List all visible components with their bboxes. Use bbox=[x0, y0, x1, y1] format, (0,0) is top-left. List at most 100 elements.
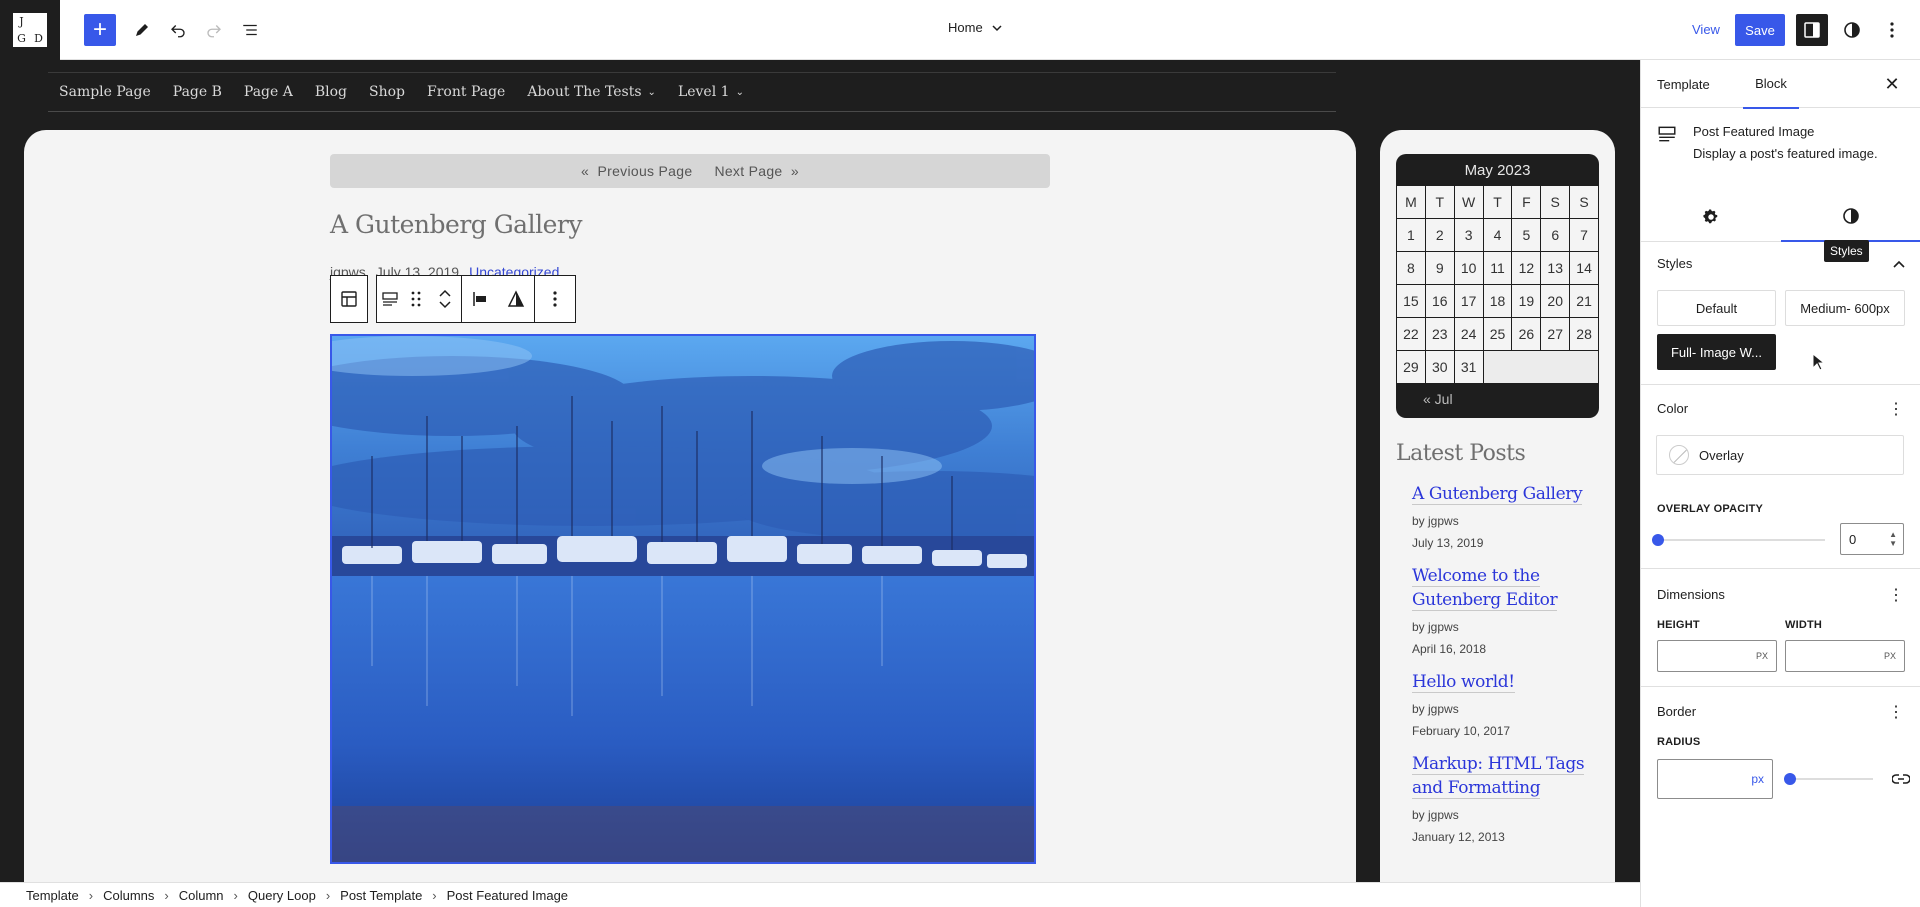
list-view-button[interactable] bbox=[234, 14, 266, 46]
radius-input[interactable]: px bbox=[1657, 759, 1773, 799]
chevron-down-icon[interactable]: ⌄ bbox=[736, 87, 744, 98]
breadcrumb-item[interactable]: Query Loop bbox=[248, 888, 316, 903]
calendar-day: 30 bbox=[1425, 351, 1454, 383]
duotone-icon bbox=[507, 290, 525, 307]
undo-button[interactable] bbox=[162, 14, 194, 46]
nav-item[interactable]: Sample Page bbox=[59, 84, 151, 100]
width-input[interactable]: PX bbox=[1785, 640, 1905, 672]
height-unit[interactable]: PX bbox=[1756, 651, 1768, 661]
calendar-day: 2 bbox=[1425, 219, 1454, 251]
nav-item[interactable]: Shop bbox=[369, 84, 405, 100]
previous-page-label: Previous Page bbox=[597, 163, 693, 179]
document-title: Home bbox=[948, 20, 983, 35]
calendar-day: 9 bbox=[1425, 252, 1454, 284]
post-link[interactable]: Hello world! bbox=[1412, 672, 1515, 693]
post-link[interactable]: Markup: HTML Tags and Formatting bbox=[1412, 754, 1585, 799]
logo-letter: D bbox=[34, 32, 43, 45]
overlay-color-button[interactable]: Overlay bbox=[1656, 435, 1904, 475]
tools-pencil-button[interactable] bbox=[126, 14, 158, 46]
previous-page-link[interactable]: « Previous Page bbox=[581, 163, 692, 179]
tab-block[interactable]: Block bbox=[1743, 60, 1799, 109]
move-buttons[interactable] bbox=[429, 276, 461, 322]
radius-slider-thumb[interactable] bbox=[1784, 773, 1796, 785]
opacity-input[interactable]: 0 ▲ ▼ bbox=[1840, 523, 1904, 555]
site-icon-button[interactable]: J G D bbox=[0, 0, 60, 60]
style-option-full[interactable]: Full- Image W... bbox=[1657, 334, 1776, 370]
post-title[interactable]: A Gutenberg Gallery bbox=[330, 210, 582, 239]
radius-slider-track[interactable] bbox=[1789, 778, 1873, 780]
post-link[interactable]: A Gutenberg Gallery bbox=[1412, 484, 1583, 505]
height-input[interactable]: PX bbox=[1657, 640, 1777, 672]
document-title-button[interactable]: Home bbox=[948, 20, 1003, 35]
drag-handle[interactable] bbox=[403, 276, 429, 322]
editor-canvas: Sample Page Page B Page A Blog Shop Fron… bbox=[0, 60, 1640, 882]
radius-unit[interactable]: px bbox=[1751, 772, 1764, 786]
styles-button[interactable] bbox=[1836, 14, 1868, 46]
view-link[interactable]: View bbox=[1692, 22, 1720, 37]
settings-sidebar-toggle[interactable] bbox=[1796, 14, 1828, 46]
post-featured-image[interactable] bbox=[330, 334, 1036, 864]
chevron-up-icon[interactable] bbox=[1893, 260, 1905, 268]
block-options-button[interactable] bbox=[535, 276, 575, 322]
calendar-day: 4 bbox=[1483, 219, 1512, 251]
width-unit[interactable]: PX bbox=[1884, 651, 1896, 661]
spinner-icon[interactable]: ▲ ▼ bbox=[1889, 530, 1897, 548]
block-toolbar bbox=[330, 275, 576, 323]
breadcrumb-item[interactable]: Post Template bbox=[340, 888, 422, 903]
radius-label: RADIUS bbox=[1657, 736, 1701, 748]
calendar-prev-link[interactable]: « Jul bbox=[1396, 383, 1599, 414]
nav-item[interactable]: Level 1 bbox=[678, 84, 730, 100]
block-type-button[interactable] bbox=[377, 276, 403, 322]
nav-item[interactable]: Page B bbox=[173, 84, 222, 100]
navigation-block[interactable]: Sample Page Page B Page A Blog Shop Fron… bbox=[48, 72, 1336, 112]
nav-item[interactable]: Page A bbox=[244, 84, 293, 100]
chevron-up-icon[interactable] bbox=[439, 289, 451, 297]
chevron-right-icon: › bbox=[325, 887, 331, 903]
opacity-slider-thumb[interactable] bbox=[1652, 534, 1664, 546]
nav-item[interactable]: Front Page bbox=[427, 84, 505, 100]
color-options-icon[interactable]: ⋮ bbox=[1888, 399, 1904, 419]
select-parent-button[interactable] bbox=[331, 276, 367, 322]
tab-template[interactable]: Template bbox=[1657, 60, 1710, 108]
style-option-medium[interactable]: Medium- 600px bbox=[1785, 290, 1905, 326]
list-item: A Gutenberg Gallery by jgpws July 13, 20… bbox=[1412, 482, 1592, 550]
style-option-default[interactable]: Default bbox=[1657, 290, 1776, 326]
link-icon[interactable] bbox=[1892, 773, 1910, 785]
overlay-label: Overlay bbox=[1699, 447, 1744, 463]
save-button[interactable]: Save bbox=[1735, 14, 1785, 46]
calendar-day: 5 bbox=[1512, 219, 1541, 251]
next-page-link[interactable]: Next Page » bbox=[714, 163, 799, 179]
border-options-icon[interactable]: ⋮ bbox=[1888, 702, 1904, 722]
list-view-icon bbox=[243, 24, 257, 36]
duotone-button[interactable] bbox=[498, 276, 534, 322]
calendar-day: 1 bbox=[1397, 219, 1425, 251]
mouse-cursor-icon bbox=[1812, 353, 1824, 371]
styles-tooltip: Styles bbox=[1824, 240, 1869, 262]
post-date: February 10, 2017 bbox=[1412, 724, 1511, 738]
breadcrumb-item[interactable]: Column bbox=[179, 888, 224, 903]
nav-item[interactable]: Blog bbox=[315, 84, 347, 100]
align-button[interactable] bbox=[462, 276, 498, 322]
breadcrumb-item[interactable]: Template bbox=[26, 888, 79, 903]
calendar-day: 21 bbox=[1570, 285, 1598, 317]
opacity-slider-track[interactable] bbox=[1657, 539, 1825, 541]
chevron-down-icon[interactable] bbox=[439, 301, 451, 309]
tab-styles[interactable] bbox=[1781, 192, 1920, 242]
sidebar-column: May 2023 M T W T F S S 1 2 3 4 5 6 7 8 9… bbox=[1380, 130, 1615, 882]
options-menu-button[interactable] bbox=[1876, 14, 1908, 46]
tab-settings[interactable] bbox=[1641, 192, 1781, 242]
redo-button[interactable] bbox=[198, 14, 230, 46]
half-circle-icon bbox=[1843, 208, 1859, 224]
nav-item[interactable]: About The Tests bbox=[527, 84, 641, 100]
breadcrumb-item[interactable]: Columns bbox=[103, 888, 154, 903]
query-pagination[interactable]: « Previous Page Next Page » bbox=[330, 154, 1050, 188]
weekday-header: T bbox=[1425, 186, 1454, 218]
post-link[interactable]: Welcome to the Gutenberg Editor bbox=[1412, 566, 1558, 611]
styles-panel-header[interactable]: Styles bbox=[1657, 256, 1692, 271]
chevron-down-icon[interactable]: ⌄ bbox=[648, 87, 656, 98]
list-item: Welcome to the Gutenberg Editor by jgpws… bbox=[1412, 564, 1592, 656]
kebab-icon bbox=[553, 291, 557, 307]
block-inserter-button[interactable]: + bbox=[84, 14, 116, 46]
dimensions-options-icon[interactable]: ⋮ bbox=[1888, 585, 1904, 605]
close-icon[interactable]: ✕ bbox=[1880, 72, 1904, 96]
